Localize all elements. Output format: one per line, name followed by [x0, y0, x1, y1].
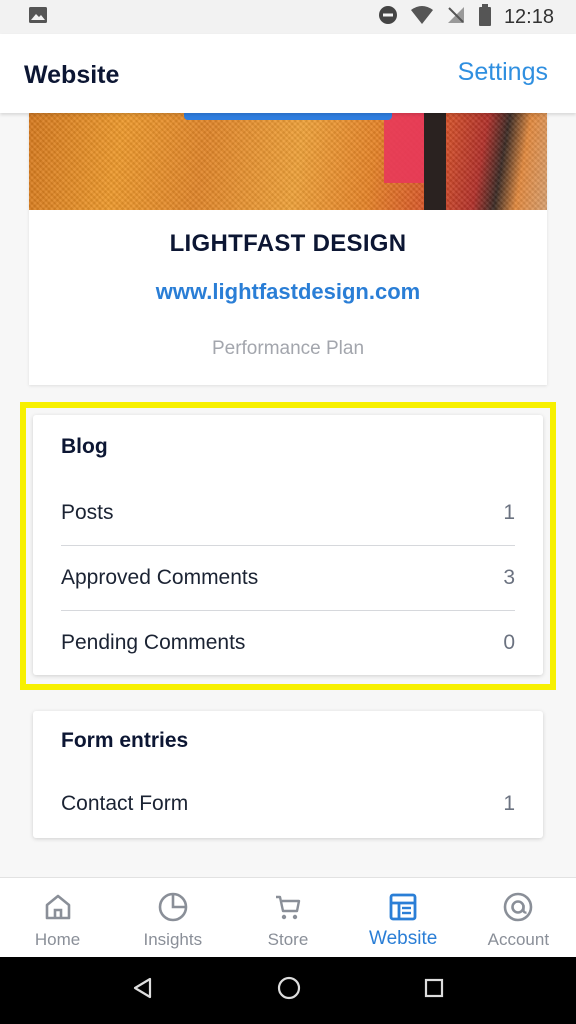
nav-item-store[interactable]: Store	[230, 878, 345, 957]
site-action-button[interactable]	[184, 113, 392, 120]
list-item[interactable]: Approved Comments 3	[61, 545, 515, 610]
nav-item-home[interactable]: Home	[0, 878, 115, 957]
status-time: 12:18	[503, 5, 554, 28]
cart-icon	[273, 890, 303, 924]
status-bar: 12:18	[0, 0, 576, 34]
row-label: Pending Comments	[61, 630, 246, 654]
site-card: LIGHTFAST DESIGN www.lightfastdesign.com…	[29, 113, 547, 385]
page-title: Website	[24, 61, 120, 89]
bottom-nav: Home Insights Store Website Account	[0, 877, 576, 957]
recents-icon[interactable]	[423, 977, 445, 1004]
site-plan: Performance Plan	[211, 338, 365, 359]
system-nav-bar	[0, 957, 576, 1024]
row-label: Contact Form	[61, 791, 189, 815]
site-url-link[interactable]: www.lightfastdesign.com	[29, 279, 547, 305]
row-label: Posts	[61, 500, 114, 524]
blog-card: Blog Posts 1 Approved Comments 3 Pending…	[33, 415, 543, 675]
battery-icon	[478, 3, 492, 31]
nav-label: Insights	[143, 930, 203, 949]
no-signal-icon	[446, 5, 466, 30]
pie-chart-icon	[157, 890, 189, 924]
wifi-icon	[410, 5, 434, 30]
layout-icon	[388, 890, 418, 924]
nav-item-insights[interactable]: Insights	[115, 878, 230, 957]
nav-item-website[interactable]: Website	[346, 878, 461, 957]
row-value: 3	[503, 565, 515, 589]
image-icon	[28, 5, 48, 30]
row-value: 1	[503, 500, 515, 524]
home-circle-icon[interactable]	[276, 975, 302, 1006]
row-value: 0	[503, 630, 515, 654]
list-item[interactable]: Contact Form 1	[61, 771, 515, 836]
settings-button[interactable]: Settings	[458, 58, 548, 87]
form-entries-card: Form entries Contact Form 1	[33, 711, 543, 838]
site-cover-image	[29, 113, 547, 210]
nav-label: Store	[267, 930, 309, 949]
list-item[interactable]: Posts 1	[61, 480, 515, 545]
list-item[interactable]: Pending Comments 0	[61, 610, 515, 675]
nav-label: Website	[369, 928, 438, 949]
dnd-icon	[378, 5, 398, 30]
blog-title: Blog	[61, 435, 108, 458]
nav-label: Account	[487, 930, 550, 949]
content-scroll[interactable]: LIGHTFAST DESIGN www.lightfastdesign.com…	[0, 113, 576, 877]
account-icon	[502, 890, 534, 924]
row-value: 1	[503, 791, 515, 815]
site-name: LIGHTFAST DESIGN	[169, 230, 407, 257]
nav-item-account[interactable]: Account	[461, 878, 576, 957]
home-icon	[43, 890, 73, 924]
form-entries-title: Form entries	[61, 729, 189, 752]
row-label: Approved Comments	[61, 565, 259, 589]
app-bar: Website Settings	[0, 34, 576, 113]
nav-label: Home	[34, 930, 81, 949]
back-icon[interactable]	[131, 976, 155, 1005]
